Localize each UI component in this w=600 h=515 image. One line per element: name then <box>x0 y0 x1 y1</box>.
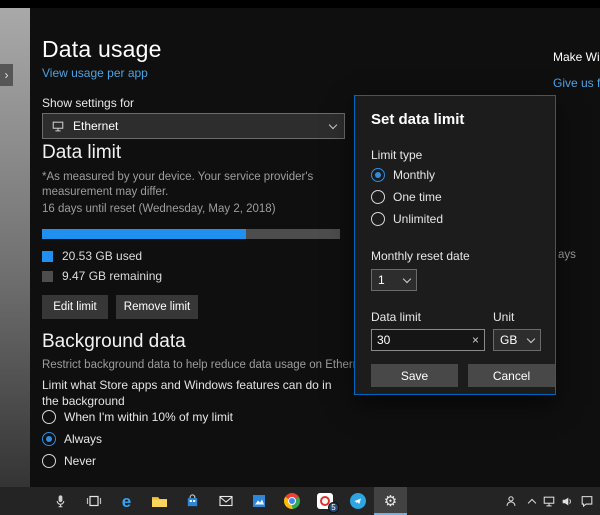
chrome-icon <box>283 493 300 509</box>
taskbar-badged-app-button[interactable]: 5 <box>308 487 341 515</box>
network-select-value: Ethernet <box>73 119 119 133</box>
taskbar-telegram-button[interactable] <box>341 487 374 515</box>
radio-label: Never <box>64 454 97 468</box>
taskbar-task-view-button[interactable] <box>77 487 110 515</box>
volume-icon <box>562 497 571 505</box>
edit-limit-button[interactable]: Edit limit <box>42 295 108 319</box>
remaining-label: 9.47 GB remaining <box>62 269 163 283</box>
radio-label: Always <box>64 432 103 446</box>
view-usage-per-app-link[interactable]: View usage per app <box>42 66 148 80</box>
radio-label: Monthly <box>393 168 436 182</box>
save-button[interactable]: Save <box>371 364 458 387</box>
cancel-button[interactable]: Cancel <box>468 364 555 387</box>
data-limit-heading: Data limit <box>42 142 122 163</box>
used-label: 20.53 GB used <box>62 249 143 263</box>
radio-unlimited[interactable]: Unlimited <box>371 212 443 226</box>
radio-label: One time <box>393 190 442 204</box>
task-view-icon <box>86 495 101 507</box>
dialog-title: Set data limit <box>371 111 465 128</box>
radio-icon <box>371 190 385 204</box>
unit-select[interactable]: GB <box>493 329 541 351</box>
taskbar-store-button[interactable] <box>176 487 209 515</box>
background-limit-question: Limit what Store apps and Windows featur… <box>42 378 332 409</box>
taskbar-file-explorer-button[interactable] <box>143 487 176 515</box>
remaining-swatch-icon <box>42 270 53 282</box>
action-center-icon <box>581 496 593 508</box>
taskbar-settings-button[interactable]: ⚙ <box>374 487 407 515</box>
used-legend: 20.53 GB used <box>42 249 142 263</box>
taskbar: e 5 ⚙ <box>0 487 600 515</box>
tray-show-hidden-icons-button[interactable] <box>524 487 540 515</box>
left-edge-arrow[interactable]: › <box>0 64 13 86</box>
usage-bar <box>42 229 340 239</box>
remove-limit-button[interactable]: Remove limit <box>116 295 198 319</box>
chevron-down-icon <box>402 274 412 283</box>
page-title: Data usage <box>42 36 162 62</box>
screen: › Data usage View usage per app Make Win… <box>0 0 600 515</box>
radio-within-10-percent[interactable]: When I'm within 10% of my limit <box>42 410 233 424</box>
radio-icon <box>42 432 56 446</box>
data-limit-input[interactable] <box>377 333 468 347</box>
taskbar-mail-button[interactable] <box>209 487 242 515</box>
unit-field-label: Unit <box>493 310 515 324</box>
clear-input-icon[interactable]: × <box>472 333 479 347</box>
show-settings-label: Show settings for <box>42 96 135 110</box>
remaining-legend: 9.47 GB remaining <box>42 269 162 283</box>
data-limit-field-label: Data limit <box>371 310 422 324</box>
taskbar-pinned-apps: e 5 ⚙ <box>44 487 407 515</box>
tray-network-button[interactable] <box>540 487 558 515</box>
radio-icon <box>371 168 385 182</box>
radio-never[interactable]: Never <box>42 454 96 468</box>
reset-info: 16 days until reset (Wednesday, May 2, 2… <box>42 203 276 215</box>
people-icon <box>506 496 516 506</box>
radio-label: Unlimited <box>393 212 444 226</box>
reset-date-label: Monthly reset date <box>371 249 470 263</box>
limit-type-label: Limit type <box>371 148 423 162</box>
mic-icon <box>56 495 65 508</box>
usage-bar-fill <box>42 229 246 239</box>
radio-icon <box>42 454 56 468</box>
taskbar-chrome-button[interactable] <box>275 487 308 515</box>
tray-volume-button[interactable] <box>558 487 576 515</box>
radio-one-time[interactable]: One time <box>371 190 442 204</box>
store-icon <box>187 494 198 507</box>
network-icon <box>543 496 555 506</box>
chevron-up-icon <box>527 498 537 507</box>
radio-icon <box>42 410 56 424</box>
radio-label: When I'm within 10% of my limit <box>64 410 234 424</box>
give-us-feedback-link[interactable]: Give us feed <box>553 76 600 90</box>
ethernet-icon <box>52 121 64 131</box>
tray-people-button[interactable] <box>498 487 524 515</box>
unit-select-value: GB <box>500 333 518 347</box>
photos-icon <box>252 495 265 507</box>
make-windows-better-text: Make Wind <box>553 50 600 64</box>
notification-badge: 5 <box>328 502 339 513</box>
reset-date-value: 1 <box>378 273 385 287</box>
measurement-note: *As measured by your device. Your servic… <box>42 171 314 198</box>
radio-monthly[interactable]: Monthly <box>371 168 435 182</box>
set-data-limit-dialog: Set data limit Limit type Monthly One ti… <box>354 95 556 395</box>
reset-date-select[interactable]: 1 <box>371 269 417 291</box>
chevron-right-icon: › <box>4 68 9 82</box>
taskbar-edge-button[interactable]: e <box>110 487 143 515</box>
obscured-text-fragment: ays <box>558 249 576 261</box>
chevron-down-icon <box>328 120 338 129</box>
telegram-icon <box>349 493 366 509</box>
radio-always[interactable]: Always <box>42 432 102 446</box>
edge-icon: e <box>121 491 132 511</box>
tray-action-center-button[interactable] <box>576 487 598 515</box>
mail-icon <box>218 495 233 507</box>
used-swatch-icon <box>42 250 53 262</box>
taskbar-mic-button[interactable] <box>44 487 77 515</box>
background-data-heading: Background data <box>42 331 186 352</box>
taskbar-photos-button[interactable] <box>242 487 275 515</box>
gear-icon: ⚙ <box>383 492 398 510</box>
radio-icon <box>371 212 385 226</box>
network-select[interactable]: Ethernet <box>42 113 345 139</box>
file-explorer-icon <box>152 496 167 507</box>
taskbar-tray <box>498 487 598 515</box>
data-limit-field: × <box>371 329 485 351</box>
chevron-down-icon <box>526 334 536 343</box>
background-data-description: Restrict background data to help reduce … <box>42 359 372 371</box>
